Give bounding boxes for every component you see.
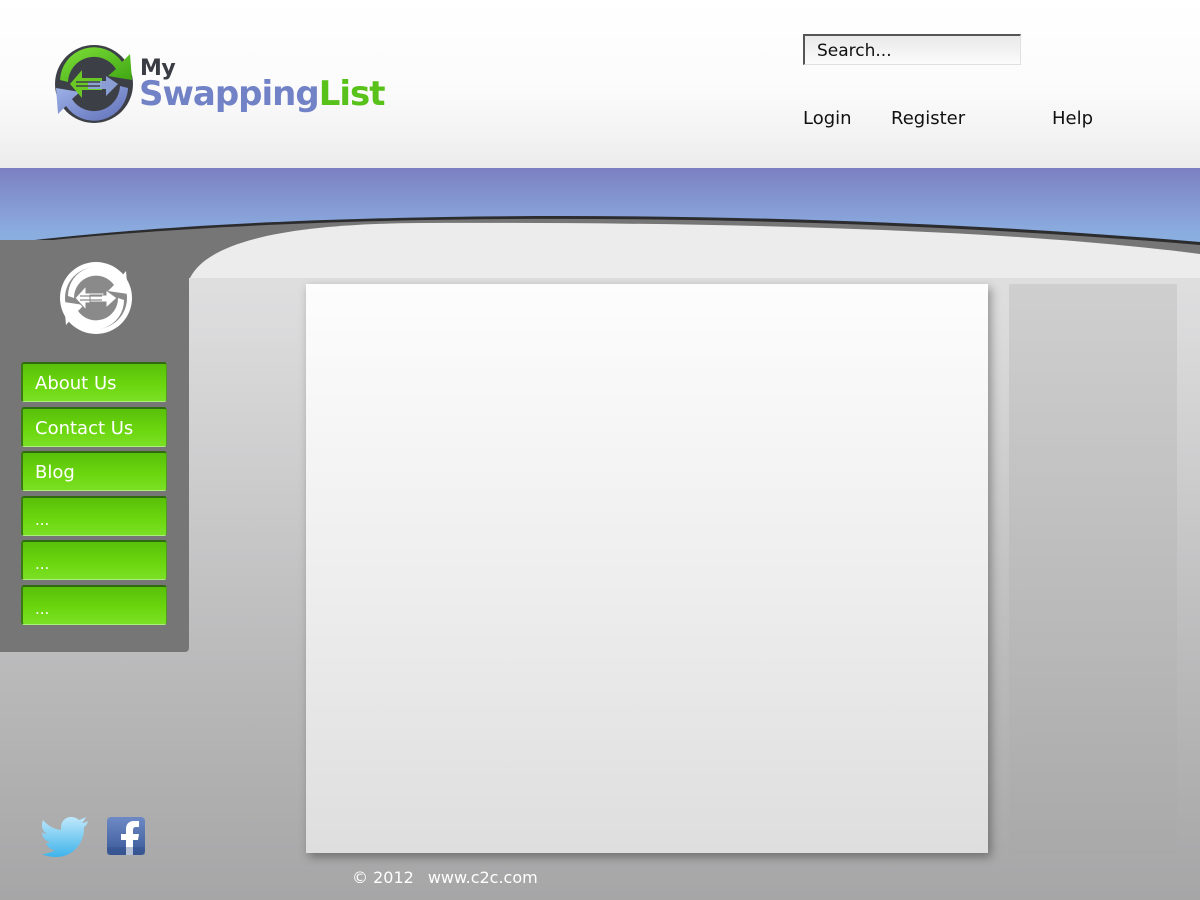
search-input[interactable]: Search... <box>803 34 1021 65</box>
nav-item-placeholder-3[interactable]: ... <box>21 584 167 625</box>
twitter-icon[interactable] <box>42 815 90 857</box>
main-content-panel <box>306 284 988 853</box>
footer: © 2012 www.c2c.com <box>352 868 538 887</box>
header: My SwappingList Search... Login Register… <box>0 0 1200 168</box>
site-logo[interactable]: My SwappingList <box>52 40 392 132</box>
logo-text-list: List <box>318 74 386 114</box>
footer-site-link[interactable]: www.c2c.com <box>428 868 538 887</box>
header-banner-swoosh <box>0 168 1200 278</box>
help-link[interactable]: Help <box>1052 108 1093 129</box>
right-side-panel <box>1009 284 1177 854</box>
login-link[interactable]: Login <box>803 108 852 129</box>
page: My SwappingList Search... Login Register… <box>0 0 1200 900</box>
swap-logo-icon <box>55 45 133 123</box>
footer-copyright: © 2012 <box>352 868 414 887</box>
nav-item-contact-us[interactable]: Contact Us <box>21 406 167 447</box>
register-link[interactable]: Register <box>891 108 965 129</box>
nav-item-placeholder-1[interactable]: ... <box>21 495 167 536</box>
facebook-icon[interactable] <box>107 817 145 855</box>
nav-item-placeholder-2[interactable]: ... <box>21 540 167 581</box>
logo-text-swapping: Swapping <box>139 74 320 114</box>
nav-item-blog[interactable]: Blog <box>21 451 167 492</box>
nav-item-about-us[interactable]: About Us <box>21 362 167 402</box>
sidebar-nav: About Us Contact Us Blog ... ... ... <box>21 362 167 630</box>
logo-text-swappinglist: SwappingList <box>139 74 386 114</box>
